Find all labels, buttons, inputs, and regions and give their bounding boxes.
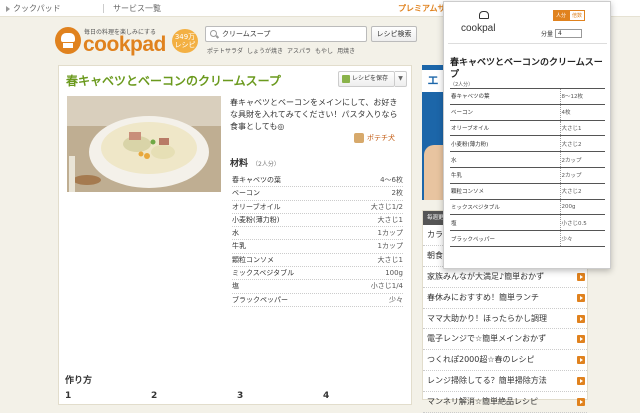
author-link[interactable]: ポテチ犬	[354, 133, 395, 143]
search-input[interactable]: クリームスープ	[205, 26, 367, 42]
keyword-link[interactable]: 用焼き	[337, 46, 355, 55]
ingredient-row: 水 1カップ	[232, 227, 403, 241]
popup-recipe-title: 春キャベツとベーコンのクリームスープ	[450, 58, 603, 80]
arrow-right-icon	[577, 377, 585, 386]
author-name: ポテチ犬	[367, 134, 395, 142]
arrow-right-icon	[577, 314, 585, 323]
arrow-right-icon	[577, 335, 585, 344]
scaled-ingredients-table: 春キャベツの葉 8〜12枚 ベーコン 4枚 オリーブオイル 大さじ1 小麦粉(薄力粉)…	[450, 88, 605, 247]
popup-servings: （2人分）	[450, 82, 474, 88]
premium-link[interactable]: プレミアムサ	[398, 3, 445, 14]
triangle-icon	[6, 5, 10, 12]
mode-toggle: 人分 倍数	[553, 10, 586, 21]
servings: （2人分）	[252, 161, 280, 168]
table-row: 塩小さじ0.5	[450, 214, 605, 232]
multiplier-mode-tab[interactable]: 倍数	[569, 10, 586, 21]
cookpal-logo: cookpal	[461, 23, 496, 34]
servings-input[interactable]: 4	[555, 29, 583, 38]
ingredients-list: 春キャベツの葉 4〜6枚 ベーコン 2枚 オリーブオイル 大さじ1/2 小麦粉(薄力粉…	[232, 174, 403, 307]
author-avatar	[354, 133, 364, 143]
recipe-count: 349万	[174, 33, 196, 41]
sidebar-link[interactable]: 家族みんなが大満足♪簡単おかず	[423, 267, 587, 288]
save-options-dropdown[interactable]: ▼	[395, 71, 407, 87]
cookpad-logo[interactable]: 毎日の料理を楽しみにする cookpad 349万 レシピ	[55, 24, 200, 58]
logo-wordmark: cookpad	[83, 33, 166, 56]
search-icon	[210, 30, 217, 37]
save-recipe-button[interactable]: レシピを保存	[338, 71, 395, 87]
table-row: オリーブオイル 大さじ1	[450, 119, 605, 137]
ad-image	[424, 145, 444, 200]
recipe-count-unit: レシピ	[174, 41, 196, 49]
divider	[448, 43, 607, 44]
chef-hat-icon	[479, 11, 489, 19]
ingredient-row: 小麦粉(薄力粉) 大さじ1	[232, 214, 403, 228]
sidebar-link[interactable]: 電子レンジで☆簡単メインおかず	[423, 329, 587, 351]
table-row: 牛乳 2カップ	[450, 166, 605, 184]
ingredient-row: 春キャベツの葉 4〜6枚	[232, 174, 403, 188]
ingredient-row: 塩小さじ1/4	[232, 280, 403, 294]
recipe-description: 春キャベツとベーコンをメインにして、お好きな具財を入れてみてください！パスタ入り…	[230, 98, 398, 131]
keyword-link[interactable]: アスパラ	[287, 46, 311, 55]
servings-mode-tab[interactable]: 人分	[553, 10, 570, 21]
divider	[103, 4, 104, 13]
sidebar-link[interactable]: 春休みにおすすめ！簡単ランチ	[423, 288, 587, 309]
ingredient-row: オリーブオイル 大さじ1/2	[232, 201, 403, 214]
servings-control: 分量 4	[541, 29, 583, 38]
services-link[interactable]: サービス一覧	[113, 3, 161, 14]
recipe-count-badge: 349万 レシピ	[172, 29, 198, 53]
search-input-value: クリームスープ	[222, 30, 271, 38]
recipe-photo[interactable]	[67, 96, 221, 192]
ingredient-row: ミックスベジタブル 100g	[232, 267, 403, 281]
keyword-link[interactable]: もやし	[315, 46, 333, 55]
chef-hat-icon	[55, 27, 81, 54]
sidebar-link[interactable]: ママ大助かり！ほったらかし調理	[423, 309, 587, 330]
ingredient-row: 牛乳 1カップ	[232, 240, 403, 254]
recipe-title: 春キャベツとベーコンのクリームスープ	[66, 74, 281, 88]
table-row: ベーコン 4枚	[450, 103, 605, 121]
arrow-right-icon	[577, 293, 585, 302]
servings-label: 分量	[541, 31, 554, 38]
sidebar-link[interactable]: マンネリ解消☆簡単絶品レシピ	[423, 392, 587, 413]
ingredient-row: ブラックペッパー 少々	[232, 294, 403, 307]
table-row: 春キャベツの葉 8〜12枚	[450, 88, 605, 105]
recipe-card: 春キャベツとベーコンのクリームスープ レシピを保存 ▼ 春キャベツとベーコンをメ…	[58, 65, 412, 405]
sidebar-link[interactable]: つくれぽ2000超☆春のレシピ	[423, 350, 587, 372]
cookpal-extension-popup: cookpal 人分 倍数 分量 4 春キャベツとベーコンのクリームスープ （2…	[443, 1, 611, 269]
table-row: ミックスベジタブル 200g	[450, 198, 605, 216]
soup-photo-image	[67, 96, 221, 192]
arrow-right-icon	[577, 398, 585, 407]
ad-text: エ	[422, 70, 444, 92]
table-row: 水 2カップ	[450, 151, 605, 168]
advertisement-banner[interactable]: エ	[422, 65, 444, 200]
table-row: 小麦粉(薄力粉) 大さじ2	[450, 135, 605, 153]
sidebar-link[interactable]: レンジ掃除してる？簡単掃除方法	[423, 371, 587, 393]
recipe-search-button[interactable]: レシピ検索	[371, 26, 417, 42]
arrow-right-icon	[577, 272, 585, 281]
popular-keywords: ポテトサラダ しょうが焼き アスパラ もやし 用焼き	[207, 46, 355, 55]
keyword-link[interactable]: しょうが焼き	[247, 46, 283, 55]
table-row: 顆粒コンソメ 大さじ2	[450, 182, 605, 200]
ingredients-heading: 材料 （2人分）	[230, 159, 280, 169]
home-link-label: クックパッド	[13, 4, 61, 13]
keyword-link[interactable]: ポテトサラダ	[207, 46, 243, 55]
table-row: ブラックペッパー 少々	[450, 230, 605, 247]
ingredient-row: ベーコン 2枚	[232, 187, 403, 201]
save-recipe-label: レシピを保存	[352, 75, 389, 82]
ingredient-row: 顆粒コンソメ 大さじ1	[232, 254, 403, 268]
arrow-right-icon	[577, 356, 585, 365]
home-link[interactable]: クックパッド	[6, 3, 61, 14]
steps-heading: 作り方	[65, 376, 93, 386]
bookmark-icon	[342, 75, 350, 83]
